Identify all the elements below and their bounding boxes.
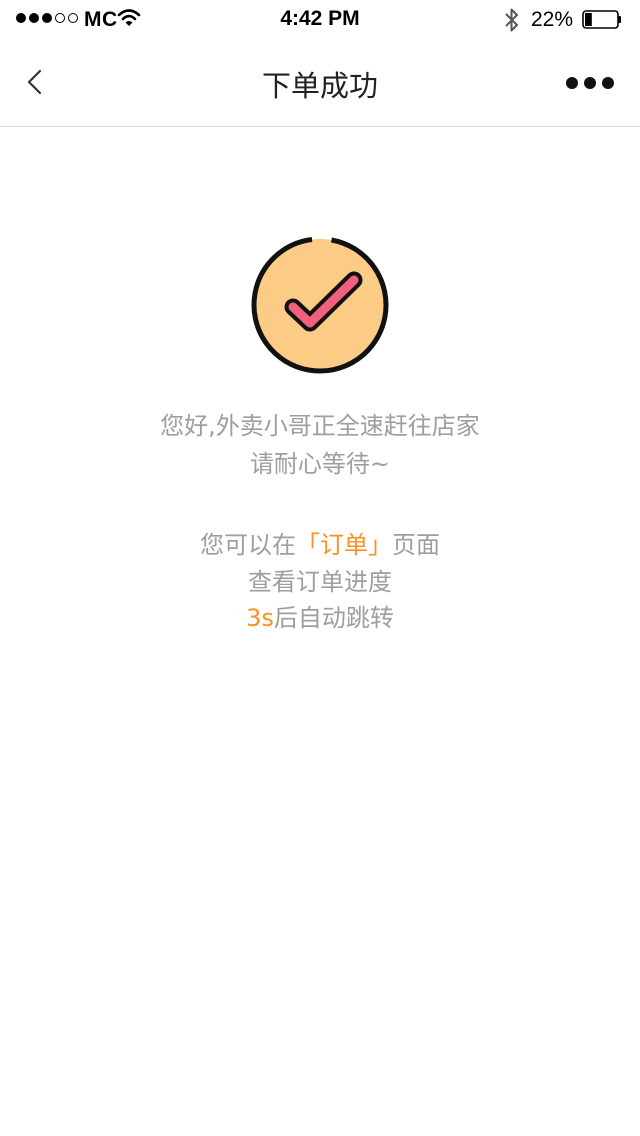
battery-icon xyxy=(582,10,621,29)
screen: MC 4:42 PM 22% 下单成功 您好,外卖小哥正全速赶往店家 请耐心等待… xyxy=(0,0,640,1136)
more-dot xyxy=(602,77,614,89)
navigation-bar: 下单成功 xyxy=(0,40,640,127)
countdown: 3s xyxy=(246,604,274,632)
orders-link[interactable]: 「订单」 xyxy=(296,531,392,559)
bluetooth-icon xyxy=(505,8,518,32)
more-dot xyxy=(584,77,596,89)
info-suffix: 页面 xyxy=(392,531,440,559)
page-title: 下单成功 xyxy=(261,69,378,103)
battery-percent: 22% xyxy=(531,8,574,31)
message-line-1: 您好,外卖小哥正全速赶往店家 xyxy=(160,412,480,440)
status-bar: MC 4:42 PM 22% xyxy=(0,0,640,40)
message-line-2: 请耐心等待~ xyxy=(249,450,391,478)
check-circle-icon xyxy=(251,236,389,374)
info-line-2: 查看订单进度 xyxy=(248,568,392,596)
info-prefix: 您可以在 xyxy=(200,531,296,559)
more-dot xyxy=(566,77,578,89)
info-line-3: 3s后自动跳转 xyxy=(0,600,640,636)
redirect-text: 后自动跳转 xyxy=(273,604,394,632)
info-line-1: 您可以在「订单」页面 xyxy=(0,527,640,563)
more-menu-button[interactable] xyxy=(566,73,616,93)
